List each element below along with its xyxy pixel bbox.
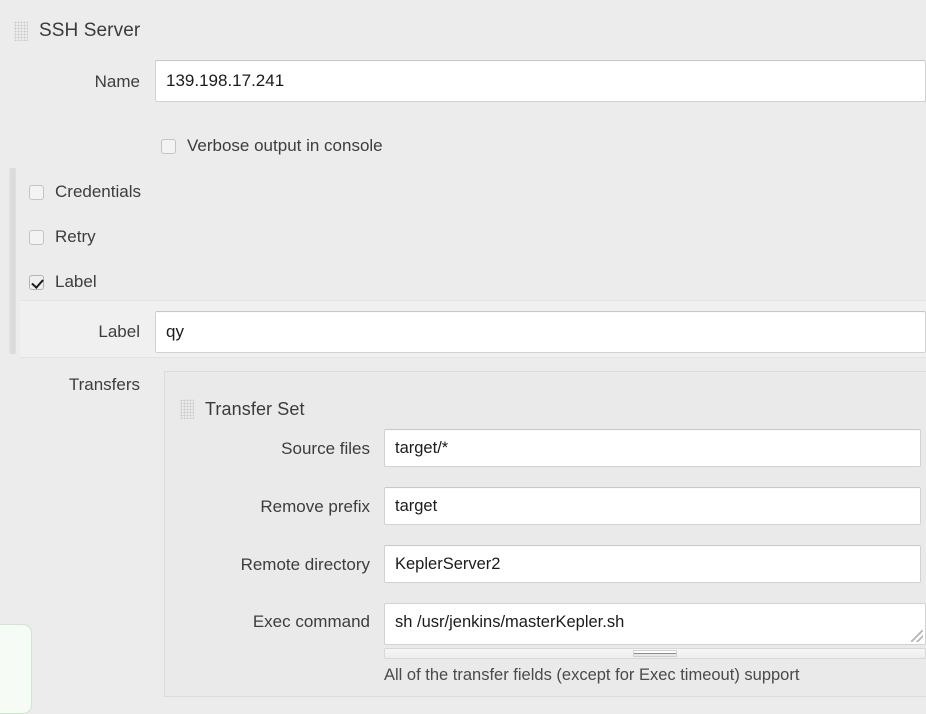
label-field-label: Label xyxy=(98,322,140,341)
remote-directory-label: Remote directory xyxy=(240,555,370,574)
verbose-output-label: Verbose output in console xyxy=(187,136,383,155)
verbose-output-checkbox-row[interactable]: Verbose output in console xyxy=(161,136,383,156)
credentials-label: Credentials xyxy=(55,182,141,201)
ssh-server-section-header: SSH Server xyxy=(14,14,414,48)
label-field-row: Label xyxy=(14,311,926,353)
exec-command-label: Exec command xyxy=(252,612,370,631)
transfers-label: Transfers xyxy=(68,375,140,394)
remote-directory-row: Remote directory xyxy=(180,545,926,583)
source-files-row: Source files xyxy=(180,429,926,467)
transfer-set-title: Transfer Set xyxy=(205,398,305,419)
name-row: Name xyxy=(14,60,926,102)
textarea-horizontal-dragbar[interactable] xyxy=(384,648,926,659)
remove-prefix-row: Remove prefix xyxy=(180,487,926,525)
retry-checkbox[interactable] xyxy=(29,229,44,245)
section-header-row: SSH Server xyxy=(14,14,414,48)
credentials-checkbox-row[interactable]: Credentials xyxy=(29,182,141,202)
remote-directory-input[interactable] xyxy=(384,545,921,583)
label-checkbox-label: Label xyxy=(55,272,97,291)
dragbar-thumb[interactable] xyxy=(633,650,677,657)
exec-command-textarea[interactable] xyxy=(384,603,926,645)
retry-checkbox-row[interactable]: Retry xyxy=(29,227,96,247)
label-field-input[interactable] xyxy=(155,311,926,353)
name-label: Name xyxy=(94,72,140,91)
source-files-label: Source files xyxy=(281,439,370,458)
name-input[interactable] xyxy=(155,60,926,102)
section-divider xyxy=(20,357,926,358)
transfer-set-header: Transfer Set xyxy=(180,392,926,426)
validation-success-box xyxy=(0,624,32,714)
exec-command-wrapper xyxy=(384,603,926,659)
transfer-help-text: All of the transfer fields (except for E… xyxy=(384,666,800,684)
verbose-output-checkbox[interactable] xyxy=(161,138,176,154)
credentials-checkbox[interactable] xyxy=(29,184,44,200)
page-title: SSH Server xyxy=(39,20,141,41)
retry-label: Retry xyxy=(55,227,96,246)
label-checkbox[interactable] xyxy=(29,274,44,290)
drag-grid-icon[interactable] xyxy=(14,21,28,41)
remove-prefix-input[interactable] xyxy=(384,487,921,525)
label-checkbox-row[interactable]: Label xyxy=(29,272,97,292)
remove-prefix-label: Remove prefix xyxy=(260,497,370,516)
source-files-input[interactable] xyxy=(384,429,921,467)
drag-grid-icon[interactable] xyxy=(180,399,194,419)
